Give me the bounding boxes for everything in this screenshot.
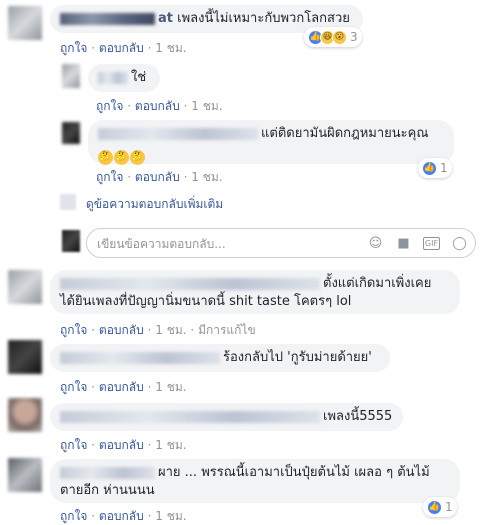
comment-bubble: ผาย ... พรรณนี้เอามาเป็นปุ๋ยต้นไม้ เผลอ … xyxy=(50,459,460,503)
reply-link[interactable]: ตอบกลับ xyxy=(99,41,144,55)
more-replies-link[interactable]: ดูข้อความตอบกลับเพิ่มเติม xyxy=(60,194,223,214)
timestamp[interactable]: 1 ชม. xyxy=(155,509,186,523)
gif-icon[interactable]: GIF xyxy=(423,237,440,250)
reply-placeholder: เขียนข้อความตอบกลับ... xyxy=(97,237,226,251)
reply-bubble: ใช่ xyxy=(88,64,160,92)
comment-actions: ถูกใจ · ตอบกลับ · 1 ชม. xyxy=(60,509,187,523)
comment-actions: ถูกใจ · ตอบกลับ · 1 ชม. · มีการแก้ไข xyxy=(60,323,256,337)
avatar xyxy=(60,194,76,210)
like-icon: 👍 xyxy=(427,499,442,515)
commenter-name[interactable] xyxy=(98,127,258,140)
commenter-name[interactable] xyxy=(98,71,128,84)
reply-link[interactable]: ตอบกลับ xyxy=(99,438,144,452)
comment-actions: ถูกใจ · ตอบกลับ · 1 ชม. xyxy=(60,41,187,55)
timestamp[interactable]: 1 ชม. xyxy=(155,438,186,452)
thinking-emoji-icon: 🤔 xyxy=(98,150,113,165)
comment-bubble: ตั้งแต่เกิดมาเพิ่งเคยได้ยินเพลงที่ปัญญาน… xyxy=(50,270,460,314)
thinking-emoji-icon: 🤔 xyxy=(114,150,129,165)
commenter-name[interactable] xyxy=(60,466,155,479)
sticker-icon[interactable]: ◯ xyxy=(451,235,468,252)
thinking-emoji-icon: 🤔 xyxy=(130,150,145,165)
reply-link[interactable]: ตอบกลับ xyxy=(99,323,144,337)
reply-link[interactable]: ตอบกลับ xyxy=(99,380,144,394)
camera-icon[interactable]: ■ xyxy=(395,235,412,252)
reply-actions: ถูกใจ · ตอบกลับ · 1 ชม. xyxy=(96,99,223,113)
reply-input[interactable]: เขียนข้อความตอบกลับ... ☺ ■ GIF ◯ xyxy=(86,228,476,258)
edited-label[interactable]: มีการแก้ไข xyxy=(198,323,256,337)
like-link[interactable]: ถูกใจ xyxy=(60,323,87,337)
commenter-name-tail[interactable]: at xyxy=(158,11,173,26)
like-link[interactable]: ถูกใจ xyxy=(60,41,87,55)
avatar[interactable] xyxy=(8,458,42,492)
like-link[interactable]: ถูกใจ xyxy=(96,99,123,113)
like-icon: 👍 xyxy=(422,160,437,176)
reaction-summary[interactable]: 👍 1 xyxy=(418,158,452,178)
reply-text: ใช่ xyxy=(131,70,147,85)
commenter-name[interactable] xyxy=(60,277,320,290)
emoji-row: 🤔 🤔 🤔 xyxy=(98,144,444,165)
avatar[interactable] xyxy=(8,6,42,40)
avatar[interactable] xyxy=(8,340,42,374)
like-link[interactable]: ถูกใจ xyxy=(96,170,123,184)
avatar[interactable] xyxy=(62,122,80,144)
reply-bubble: แต่ติดยามันผิดกฎหมายนะคุณ 🤔 🤔 🤔 xyxy=(88,120,454,165)
like-link[interactable]: ถูกใจ xyxy=(60,380,87,394)
avatar[interactable] xyxy=(8,270,42,304)
reaction-summary[interactable]: 👍 1 xyxy=(423,497,457,517)
timestamp[interactable]: 1 ชม. xyxy=(155,380,186,394)
comment-bubble: เพลงนี้5555 xyxy=(50,403,403,431)
avatar xyxy=(62,230,80,252)
reaction-count: 3 xyxy=(350,30,358,44)
comment-bubble: ร้องกลับไป 'กูรับม่ายด้ายย' xyxy=(50,344,390,372)
like-link[interactable]: ถูกใจ xyxy=(60,509,87,523)
reply-actions: ถูกใจ · ตอบกลับ · 1 ชม. xyxy=(96,170,223,184)
reaction-count: 1 xyxy=(445,500,453,514)
emoji-icon[interactable]: ☺ xyxy=(367,235,384,252)
timestamp[interactable]: 1 ชม. xyxy=(191,170,222,184)
like-link[interactable]: ถูกใจ xyxy=(60,438,87,452)
commenter-name[interactable] xyxy=(60,410,320,423)
comment-actions: ถูกใจ · ตอบกลับ · 1 ชม. xyxy=(60,380,187,394)
comment-text: ร้องกลับไป 'กูรับม่ายด้ายย' xyxy=(223,350,372,365)
timestamp[interactable]: 1 ชม. xyxy=(191,99,222,113)
reaction-count: 1 xyxy=(440,161,448,175)
reply-link[interactable]: ตอบกลับ xyxy=(99,509,144,523)
reply-text: แต่ติดยามันผิดกฎหมายนะคุณ xyxy=(261,126,429,141)
comment-actions: ถูกใจ · ตอบกลับ · 1 ชม. xyxy=(60,438,187,452)
commenter-name[interactable] xyxy=(60,12,155,25)
avatar[interactable] xyxy=(62,64,80,88)
reaction-summary[interactable]: 👍 😆 😮 3 xyxy=(304,27,362,47)
commenter-name[interactable] xyxy=(60,351,220,364)
reply-link[interactable]: ตอบกลับ xyxy=(135,170,180,184)
avatar[interactable] xyxy=(8,398,42,432)
timestamp[interactable]: 1 ชม. xyxy=(155,323,186,337)
wow-icon: 😮 xyxy=(332,29,347,45)
timestamp[interactable]: 1 ชม. xyxy=(155,41,186,55)
comment-text: เพลงนี้ไม่เหมาะกับพวกโลกสวย xyxy=(177,11,350,26)
reply-link[interactable]: ตอบกลับ xyxy=(135,99,180,113)
comment-text: เพลงนี้5555 xyxy=(323,409,393,424)
